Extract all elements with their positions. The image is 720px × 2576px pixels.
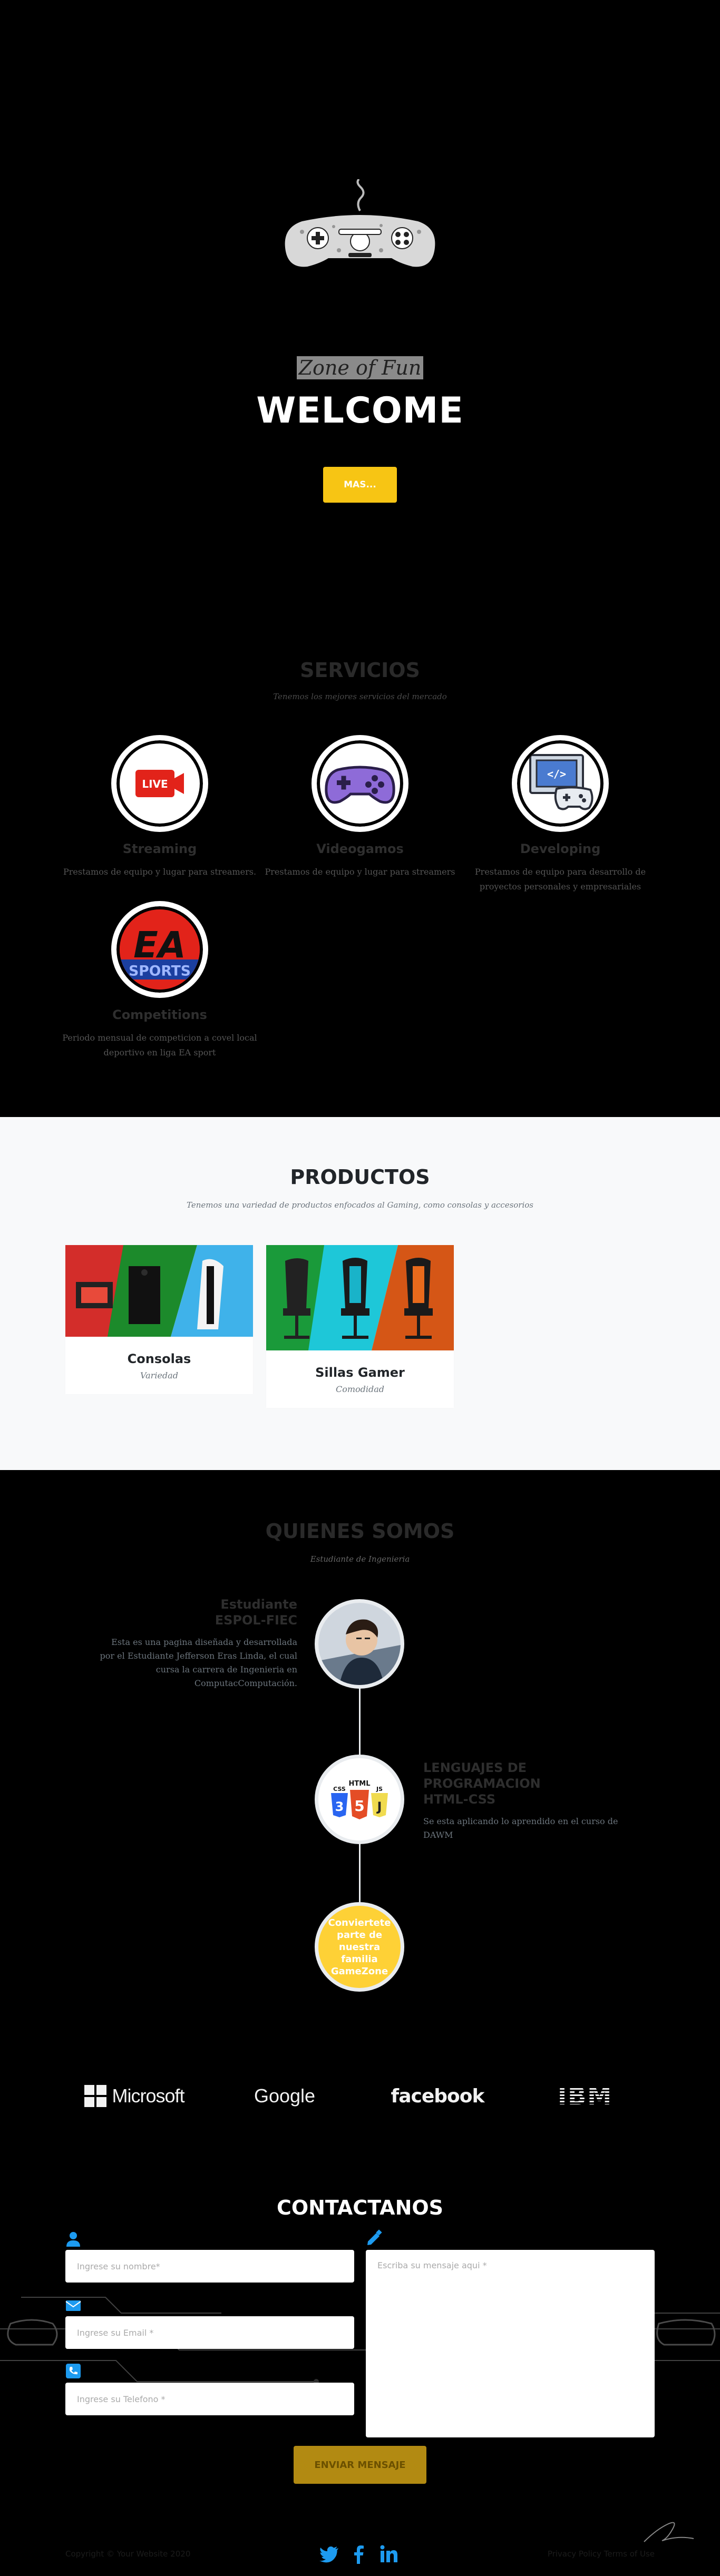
developing-icon: </>: [529, 754, 593, 810]
service-card-developing: </> Developing Prestamos de equipo para …: [460, 735, 660, 894]
service-icon-circle: </>: [512, 735, 609, 832]
client-name: IBM: [558, 2082, 612, 2110]
client-microsoft[interactable]: Microsoft: [79, 2076, 190, 2116]
social-links: [318, 2543, 400, 2565]
service-icon-circle: [312, 735, 408, 832]
service-text: Periodo mensual de competicion a covel l…: [62, 1033, 257, 1057]
products-subtitle: Tenemos una variedad de productos enfoca…: [186, 1200, 533, 1210]
product-subtitle: Variedad: [140, 1370, 178, 1380]
more-button[interactable]: MAS...: [323, 467, 397, 503]
products-section: PRODUCTOS Tenemos una variedad de produc…: [0, 1117, 720, 1470]
entry-heading: ESPOL-FIEC: [215, 1613, 297, 1628]
about-section: QUIENES SOMOS Estudiante de Ingenieria E…: [0, 1470, 720, 2050]
services-section: SERVICIOS Tenemos los mejores servicios …: [0, 595, 720, 1117]
phone-icon: [66, 2364, 81, 2378]
client-name: facebook: [391, 2085, 485, 2107]
twitter-icon[interactable]: [318, 2543, 340, 2565]
entry-heading: LENGUAJES DE: [423, 1760, 527, 1775]
live-badge: LIVE: [142, 778, 168, 790]
service-card-streaming: LIVE Streaming Prestamos de equipo y lug…: [60, 735, 260, 879]
client-facebook[interactable]: facebook: [380, 2076, 495, 2116]
client-google[interactable]: Google: [232, 2076, 337, 2116]
consoles-image: [65, 1245, 253, 1337]
hero-tagline: Zone of Fun: [296, 356, 424, 379]
product-title: Consolas: [127, 1351, 191, 1366]
service-title: Streaming: [122, 841, 197, 856]
about-subtitle: Estudiante de Ingenieria: [310, 1554, 410, 1564]
hero-title: WELCOME: [256, 390, 464, 432]
user-icon: [66, 2232, 80, 2247]
student-avatar: [315, 1599, 404, 1689]
entry-heading: PROGRAMACION: [423, 1776, 541, 1791]
languages-badge: HTML CSS JS 3 5 J: [315, 1755, 404, 1844]
entry-heading: HTML-CSS: [423, 1792, 496, 1807]
message-textarea[interactable]: [366, 2250, 655, 2437]
send-message-button[interactable]: ENVIAR MENSAJE: [294, 2446, 426, 2484]
product-title: Sillas Gamer: [315, 1365, 405, 1380]
product-subtitle: Comodidad: [335, 1384, 385, 1394]
service-icon-circle: EA SPORTS: [111, 901, 208, 998]
email-input[interactable]: [65, 2316, 354, 2349]
service-card-competitions: EA SPORTS Competitions Periodo mensual d…: [60, 901, 260, 1060]
contact-title: CONTACTANOS: [276, 2196, 444, 2219]
live-stream-icon: LIVE: [135, 770, 184, 797]
facebook-icon[interactable]: [348, 2543, 370, 2565]
retro-controller-icon: [285, 179, 435, 267]
copyright-text: Copyright © Your Website 2020: [65, 2549, 191, 2559]
phone-input[interactable]: [65, 2383, 354, 2415]
name-input[interactable]: [65, 2250, 354, 2283]
client-name: Google: [254, 2085, 316, 2107]
svg-text:3: 3: [335, 1799, 344, 1814]
client-name: Microsoft: [112, 2085, 184, 2107]
products-title: PRODUCTOS: [290, 1165, 430, 1189]
pencil-icon: [367, 2229, 382, 2245]
svg-text:JS: JS: [376, 1786, 383, 1793]
gamepad-icon: [325, 766, 395, 804]
services-title: SERVICIOS: [300, 659, 420, 682]
hero-section: Zone of Fun WELCOME MAS...: [0, 0, 720, 595]
service-title: Competitions: [112, 1007, 207, 1022]
services-subtitle: Tenemos los mejores servicios del mercad…: [273, 692, 447, 701]
svg-text:CSS: CSS: [333, 1786, 346, 1793]
service-text: Prestamos de equipo y lugar para streame…: [265, 867, 455, 877]
product-card-sillas[interactable]: Sillas Gamer Comodidad: [266, 1245, 454, 1408]
microsoft-logo-icon: [84, 2085, 107, 2107]
service-title: Videogamos: [316, 841, 404, 856]
client-ibm[interactable]: IBM: [532, 2076, 638, 2116]
contact-section: CONTACTANOS ENVIAR MENSAJE: [0, 2150, 720, 2497]
join-family-badge: Conviertete parte de nuestra familia Gam…: [315, 1902, 404, 1992]
service-text: Prestamos de equipo para desarrollo de p…: [474, 867, 646, 892]
svg-text:5: 5: [354, 1797, 364, 1815]
ea-sports-icon: EA SPORTS: [120, 909, 200, 990]
entry-text: Esta es una pagina diseñada y desarrolla…: [100, 1637, 297, 1688]
service-icon-circle: LIVE: [111, 735, 208, 832]
about-title: QUIENES SOMOS: [265, 1520, 455, 1543]
linkedin-icon[interactable]: [377, 2543, 400, 2565]
svg-text:HTML: HTML: [349, 1780, 371, 1788]
signature-icon: [644, 2522, 694, 2542]
entry-heading: Estudiante: [220, 1597, 297, 1612]
envelope-icon: [65, 2300, 81, 2311]
timeline-entry-languages: LENGUAJES DE PROGRAMACION HTML-CSS Se es…: [423, 1760, 624, 1842]
service-text: Prestamos de equipo y lugar para streame…: [63, 867, 257, 877]
footer-links[interactable]: Privacy Policy Terms of Use: [548, 2549, 655, 2559]
service-card-videogames: Videogamos Prestamos de equipo y lugar p…: [260, 735, 460, 879]
product-card-consolas[interactable]: Consolas Variedad: [65, 1245, 253, 1394]
chairs-image: [266, 1245, 454, 1350]
service-title: Developing: [520, 841, 601, 856]
svg-text:J: J: [376, 1799, 382, 1814]
svg-text:SPORTS: SPORTS: [129, 963, 191, 979]
svg-text:</>: </>: [547, 768, 566, 780]
timeline-entry-student: Estudiante ESPOL-FIEC Esta es una pagina…: [97, 1596, 297, 1690]
entry-text: Se esta aplicando lo aprendido en el cur…: [423, 1816, 618, 1840]
clients-section: Microsoft Google facebook IBM: [0, 2050, 720, 2150]
footer: Copyright © Your Website 2020 Privacy Po…: [0, 2497, 720, 2576]
